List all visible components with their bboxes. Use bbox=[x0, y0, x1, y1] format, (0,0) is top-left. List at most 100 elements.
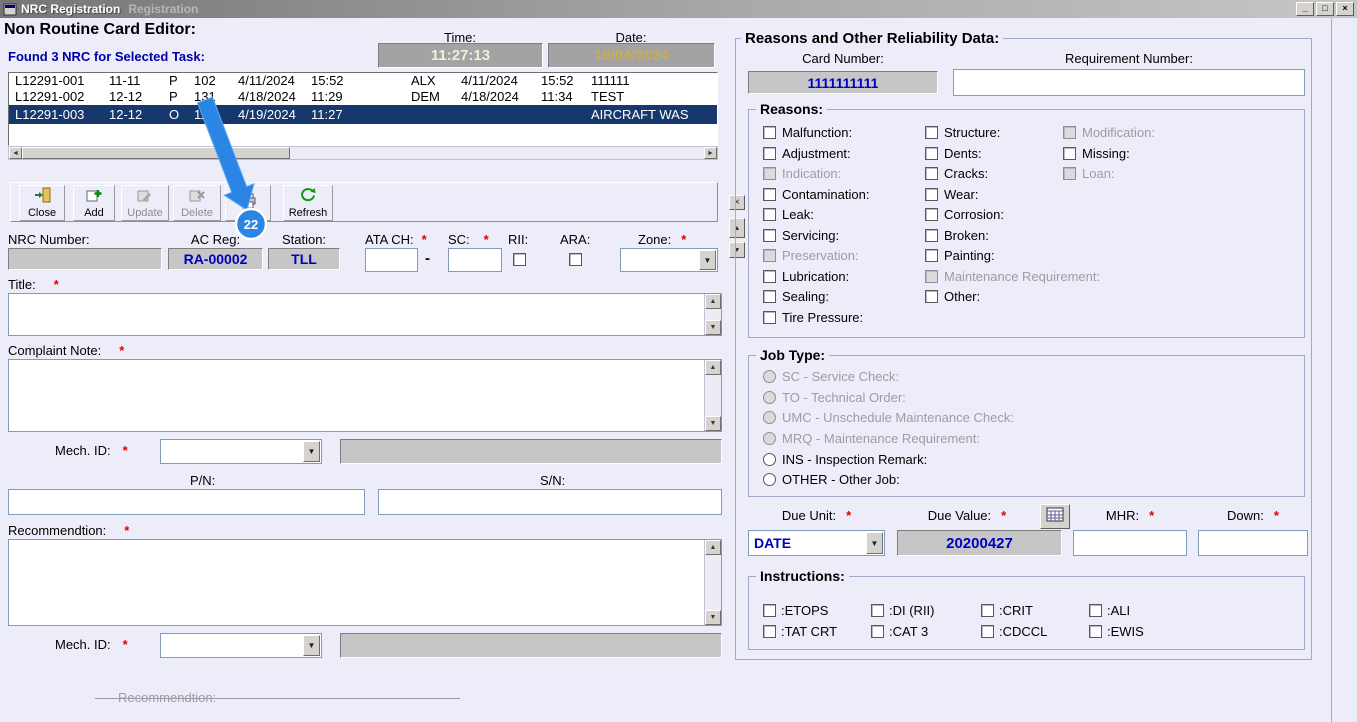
minimize-button[interactable]: _ bbox=[1296, 2, 1314, 16]
reason-broken-checkbox[interactable] bbox=[925, 229, 938, 242]
complaint-note-label: Complaint Note: * bbox=[8, 343, 125, 358]
scroll-down-icon[interactable]: ▼ bbox=[705, 610, 721, 625]
chevron-down-icon[interactable]: ▼ bbox=[303, 441, 320, 462]
clipped-recommendation-label: Recommendtion: bbox=[118, 690, 217, 705]
reason-tire-pressure-checkbox[interactable] bbox=[763, 311, 776, 324]
job-type-ins-radio[interactable] bbox=[763, 453, 776, 466]
reason-corrosion-checkbox[interactable] bbox=[925, 208, 938, 221]
reason-indication-label: Indication: bbox=[782, 166, 842, 181]
app-icon bbox=[3, 3, 17, 16]
mech-id2-select[interactable]: ▼ bbox=[160, 633, 322, 658]
reliability-group-title: Reasons and Other Reliability Data: bbox=[741, 30, 1004, 47]
reason-lubrication-checkbox[interactable] bbox=[763, 270, 776, 283]
recommendation-scrollbar[interactable]: ▲ ▼ bbox=[704, 540, 721, 625]
delete-x-icon bbox=[188, 187, 206, 206]
complaint-note-input[interactable]: ▲ ▼ bbox=[8, 359, 722, 432]
sc-input[interactable] bbox=[448, 248, 502, 272]
scroll-down-icon[interactable]: ▼ bbox=[705, 320, 721, 335]
scroll-up-icon[interactable]: ▲ bbox=[705, 540, 721, 555]
ara-label: ARA: bbox=[560, 232, 591, 247]
sn-input[interactable] bbox=[378, 489, 722, 515]
station-field: TLL bbox=[268, 248, 340, 270]
nrc-registration-window: NRC Registration Registration _ □ × Non … bbox=[0, 0, 1357, 722]
title-label: Title: * bbox=[8, 277, 59, 292]
list-hscrollbar[interactable]: ◄ ► bbox=[8, 146, 718, 160]
reason-maintenance-requirement-label: Maintenance Requirement: bbox=[944, 269, 1101, 284]
instruction-crit-label: :CRIT bbox=[999, 603, 1033, 618]
instruction-etops-checkbox[interactable] bbox=[763, 604, 776, 617]
chevron-down-icon[interactable]: ▼ bbox=[699, 250, 716, 270]
delete-button[interactable]: Delete bbox=[173, 185, 221, 221]
instruction-tat-crt-checkbox[interactable] bbox=[763, 625, 776, 638]
title-input[interactable]: ▲ ▼ bbox=[8, 293, 722, 336]
station-label: Station: bbox=[281, 232, 327, 247]
requirement-number-input[interactable] bbox=[953, 69, 1305, 96]
reason-missing-checkbox[interactable] bbox=[1063, 147, 1076, 160]
calendar-button[interactable] bbox=[1040, 504, 1070, 529]
hscroll-thumb[interactable] bbox=[22, 147, 290, 159]
cell-title: AIRCRAFT WAS bbox=[591, 107, 689, 122]
zone-select[interactable]: ▼ bbox=[620, 248, 718, 272]
close-window-button[interactable]: × bbox=[1336, 2, 1354, 16]
print-button[interactable] bbox=[225, 185, 271, 221]
table-row-selected[interactable]: L12291-003 12-12 O 116 4/19/2024 11:27 A… bbox=[9, 105, 717, 124]
ata-ch-input[interactable] bbox=[365, 248, 418, 272]
job-type-to-radio bbox=[763, 391, 776, 404]
reason-other-checkbox[interactable] bbox=[925, 290, 938, 303]
scroll-down-icon[interactable]: ▼ bbox=[705, 416, 721, 431]
refresh-button-label: Refresh bbox=[288, 207, 328, 219]
due-unit-select[interactable]: DATE ▼ bbox=[748, 530, 885, 556]
reason-contamination-checkbox[interactable] bbox=[763, 188, 776, 201]
reason-corrosion-label: Corrosion: bbox=[944, 207, 1004, 222]
reason-wear-checkbox[interactable] bbox=[925, 188, 938, 201]
instruction-di-rii-checkbox[interactable] bbox=[871, 604, 884, 617]
scroll-up-icon[interactable]: ▲ bbox=[705, 294, 721, 309]
table-row[interactable]: L12291-002 12-12 P 131 4/18/2024 11:29 D… bbox=[9, 89, 717, 105]
required-asterisk: * bbox=[122, 637, 128, 652]
table-row[interactable]: L12291-001 11-11 P 102 4/11/2024 15:52 A… bbox=[9, 73, 717, 89]
ara-checkbox[interactable] bbox=[569, 253, 582, 266]
scroll-right-icon[interactable]: ► bbox=[704, 147, 717, 159]
mhr-input[interactable] bbox=[1073, 530, 1187, 556]
instruction-ewis-checkbox[interactable] bbox=[1089, 625, 1102, 638]
reason-tire-pressure-label: Tire Pressure: bbox=[782, 310, 864, 325]
rii-checkbox[interactable] bbox=[513, 253, 526, 266]
update-button-label: Update bbox=[127, 207, 163, 219]
card-number-label: Card Number: bbox=[802, 51, 884, 66]
date-display: 19/04/2024 bbox=[548, 43, 715, 68]
reason-leak-checkbox[interactable] bbox=[763, 208, 776, 221]
close-button[interactable]: Close bbox=[19, 185, 65, 221]
maximize-button[interactable]: □ bbox=[1316, 2, 1334, 16]
title-scrollbar[interactable]: ▲ ▼ bbox=[704, 294, 721, 335]
scroll-up-icon[interactable]: ▲ bbox=[705, 360, 721, 375]
window-titlebar: NRC Registration Registration _ □ × bbox=[0, 0, 1357, 18]
down-input[interactable] bbox=[1198, 530, 1308, 556]
instruction-cdccl-label: :CDCCL bbox=[999, 624, 1048, 639]
reason-malfunction-checkbox[interactable] bbox=[763, 126, 776, 139]
add-button[interactable]: Add bbox=[73, 185, 115, 221]
scroll-left-icon[interactable]: ◄ bbox=[9, 147, 22, 159]
job-type-group-title: Job Type: bbox=[756, 347, 830, 363]
job-type-other-radio[interactable] bbox=[763, 473, 776, 486]
refresh-button[interactable]: Refresh bbox=[283, 185, 333, 221]
mech-id-select[interactable]: ▼ bbox=[160, 439, 322, 464]
cell-seq: 116 bbox=[194, 107, 215, 122]
reason-servicing-checkbox[interactable] bbox=[763, 229, 776, 242]
instruction-cdccl-checkbox[interactable] bbox=[981, 625, 994, 638]
update-button[interactable]: Update bbox=[121, 185, 169, 221]
chevron-down-icon[interactable]: ▼ bbox=[303, 635, 320, 656]
required-asterisk: * bbox=[483, 232, 489, 247]
pn-input[interactable] bbox=[8, 489, 365, 515]
reason-adjustment-checkbox[interactable] bbox=[763, 147, 776, 160]
complaint-scrollbar[interactable]: ▲ ▼ bbox=[704, 360, 721, 431]
reason-painting-checkbox[interactable] bbox=[925, 249, 938, 262]
reason-structure-checkbox[interactable] bbox=[925, 126, 938, 139]
chevron-down-icon[interactable]: ▼ bbox=[866, 532, 883, 554]
reason-cracks-checkbox[interactable] bbox=[925, 167, 938, 180]
recommendation-input[interactable]: ▲ ▼ bbox=[8, 539, 722, 626]
reason-sealing-checkbox[interactable] bbox=[763, 290, 776, 303]
instruction-ali-checkbox[interactable] bbox=[1089, 604, 1102, 617]
instruction-crit-checkbox[interactable] bbox=[981, 604, 994, 617]
instruction-cat3-checkbox[interactable] bbox=[871, 625, 884, 638]
reason-dents-checkbox[interactable] bbox=[925, 147, 938, 160]
